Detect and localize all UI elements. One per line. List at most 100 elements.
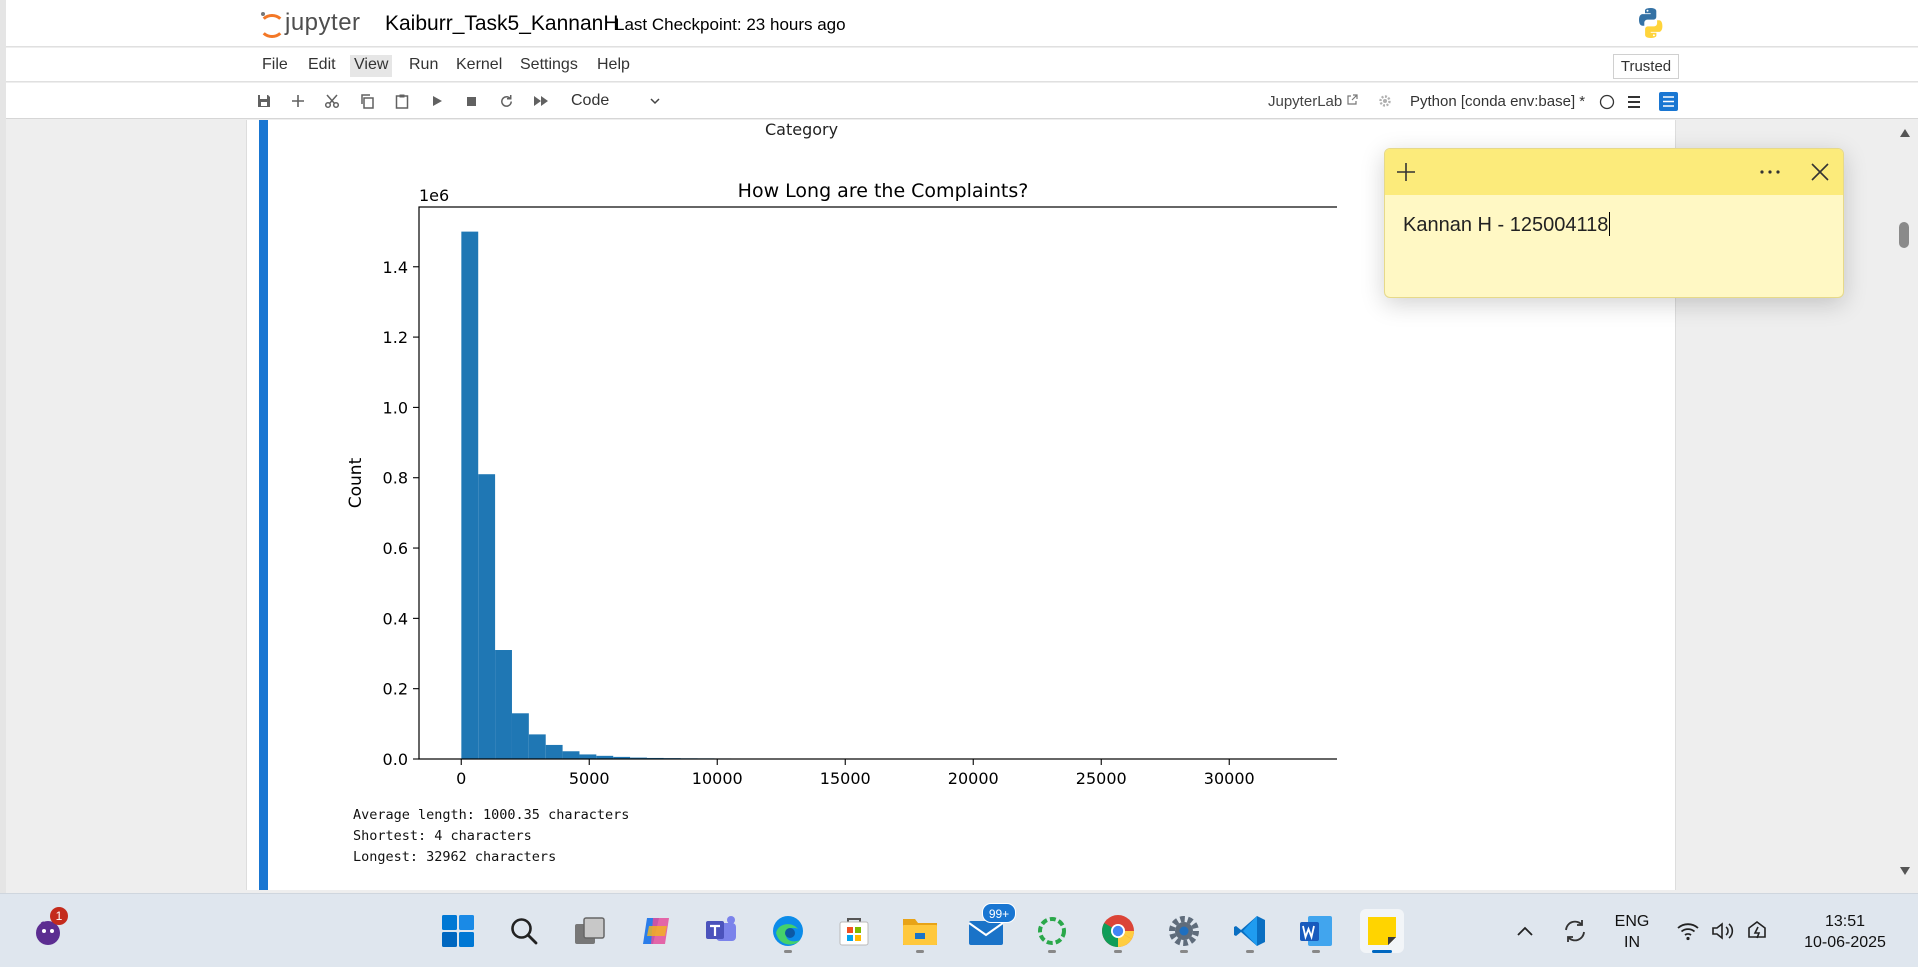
scroll-up-icon[interactable] xyxy=(1899,128,1911,138)
menu-kernel[interactable]: Kernel xyxy=(452,55,506,77)
jupyter-window: jupyter Kaiburr_Task5_KannanH Last Check… xyxy=(0,0,1918,893)
cut-icon[interactable] xyxy=(322,91,342,111)
sync-icon[interactable] xyxy=(1561,917,1589,945)
cell-type-select[interactable]: Code xyxy=(565,91,665,113)
volume-icon[interactable] xyxy=(1711,921,1735,941)
external-link-icon xyxy=(1347,94,1358,105)
taskbar-chrome[interactable] xyxy=(1096,909,1140,953)
kernel-name[interactable]: Python [conda env:base] * xyxy=(1410,93,1585,110)
x-tick-label: 15000 xyxy=(820,769,871,788)
notebook-title[interactable]: Kaiburr_Task5_KannanH xyxy=(385,12,618,36)
notebook-toolbar: Code JupyterLab Python [conda env:base] … xyxy=(6,83,1918,119)
running-indicator xyxy=(784,950,792,953)
taskbar: 1 99+ ENG IN 13:51 10-06-2025 xyxy=(0,893,1918,967)
save-icon[interactable] xyxy=(254,91,274,111)
running-indicator xyxy=(1246,950,1254,953)
sticky-note-content: Kannan H - 125004118 xyxy=(1403,214,1609,236)
edge-icon xyxy=(773,916,803,946)
taskbar-teams[interactable] xyxy=(700,909,744,953)
chevron-up-icon[interactable] xyxy=(1516,925,1534,937)
restart-icon[interactable] xyxy=(496,91,516,111)
y-tick-label: 0.8 xyxy=(383,469,408,488)
taskbar-app-ring[interactable] xyxy=(1030,909,1074,953)
taskbar-search[interactable] xyxy=(502,909,546,953)
wifi-icon[interactable] xyxy=(1676,921,1700,941)
store-icon xyxy=(839,918,869,946)
taskbar-edge[interactable] xyxy=(766,909,810,953)
running-indicator xyxy=(1048,950,1056,953)
running-indicator xyxy=(1372,950,1392,953)
taskbar-store[interactable] xyxy=(832,909,876,953)
stop-icon[interactable] xyxy=(461,91,481,111)
taskbar-file-explorer[interactable] xyxy=(898,909,942,953)
more-options-icon[interactable] xyxy=(1757,159,1783,185)
taskbar-start[interactable] xyxy=(436,909,480,953)
sticky-note[interactable]: Kannan H - 125004118 xyxy=(1384,148,1844,298)
fast-forward-icon[interactable] xyxy=(531,91,551,111)
sticky-note-text[interactable]: Kannan H - 125004118 xyxy=(1403,212,1611,237)
taskbar-vscode[interactable] xyxy=(1228,909,1272,953)
add-icon[interactable] xyxy=(1393,159,1419,185)
vertical-scrollbar[interactable] xyxy=(1892,120,1918,890)
taskbar-task-view[interactable] xyxy=(568,909,612,953)
clock[interactable]: 13:51 10-06-2025 xyxy=(1790,911,1900,953)
menu-view[interactable]: View xyxy=(350,55,393,77)
copy-icon[interactable] xyxy=(357,91,377,111)
axes-frame xyxy=(418,206,1337,760)
clock-time: 13:51 xyxy=(1824,913,1866,930)
menu-file[interactable]: File xyxy=(258,55,292,77)
property-inspector-icon[interactable] xyxy=(1659,92,1678,111)
menu-help[interactable]: Help xyxy=(593,55,634,77)
menu-run[interactable]: Run xyxy=(405,55,442,77)
windows-start-icon xyxy=(442,915,474,947)
x-tick-label: 10000 xyxy=(692,769,743,788)
language-indicator[interactable]: ENG IN xyxy=(1608,911,1656,953)
copilot-icon xyxy=(643,918,669,944)
task-view-icon xyxy=(575,917,605,944)
taskbar-settings[interactable] xyxy=(1162,909,1206,953)
run-icon[interactable] xyxy=(427,91,447,111)
active-cell-indicator[interactable] xyxy=(259,120,268,890)
taskbar-copilot[interactable] xyxy=(634,909,678,953)
language-code: ENG xyxy=(1614,913,1650,930)
histogram-bar xyxy=(562,751,580,759)
x-tick-label: 5000 xyxy=(569,769,610,788)
y-tick-label: 1.0 xyxy=(383,398,408,417)
menu-icon[interactable] xyxy=(1626,94,1642,110)
jupyter-logo[interactable]: jupyter xyxy=(258,6,361,40)
add-icon[interactable] xyxy=(288,91,308,111)
taskbar-sticky-notes[interactable] xyxy=(1360,909,1404,953)
menu-settings[interactable]: Settings xyxy=(516,55,582,77)
battery-charging-icon[interactable] xyxy=(1746,919,1772,943)
y-tick-label: 0.6 xyxy=(383,539,408,558)
settings-gear-icon xyxy=(1169,916,1199,946)
histogram-bar xyxy=(495,650,512,759)
menu-edit[interactable]: Edit xyxy=(304,55,340,77)
chevron-down-icon xyxy=(650,98,660,105)
kernel-status-icon xyxy=(1599,94,1615,110)
x-tick-label: 0 xyxy=(456,769,466,788)
paste-icon[interactable] xyxy=(392,91,412,111)
trusted-indicator[interactable]: Trusted xyxy=(1613,54,1679,79)
y-tick-label: 0.0 xyxy=(383,750,408,769)
taskbar-word[interactable] xyxy=(1294,909,1338,953)
sticky-note-header[interactable] xyxy=(1385,149,1843,195)
histogram-bar xyxy=(478,474,496,759)
y-tick-label: 1.2 xyxy=(383,328,408,347)
scroll-down-icon[interactable] xyxy=(1899,866,1911,876)
taskbar-widget-app[interactable]: 1 xyxy=(26,907,70,953)
x-tick-label: 30000 xyxy=(1204,769,1255,788)
scrollbar-thumb[interactable] xyxy=(1899,222,1909,248)
histogram-bar xyxy=(528,734,546,759)
close-icon[interactable] xyxy=(1807,159,1833,185)
histogram-bar xyxy=(461,231,479,760)
gear-icon[interactable] xyxy=(1378,94,1392,108)
jupyterlab-link-label: JupyterLab xyxy=(1268,93,1343,110)
chart-title: How Long are the Complaints? xyxy=(738,180,1029,202)
vscode-icon xyxy=(1234,916,1265,946)
taskbar-mail[interactable]: 99+ xyxy=(964,903,1016,953)
loading-ring-icon xyxy=(1038,917,1066,945)
jupyterlab-link[interactable]: JupyterLab xyxy=(1268,93,1358,110)
region-code: IN xyxy=(1624,934,1640,951)
histogram-chart: How Long are the Complaints? 1e6 0 5000 1000… xyxy=(346,180,1337,788)
